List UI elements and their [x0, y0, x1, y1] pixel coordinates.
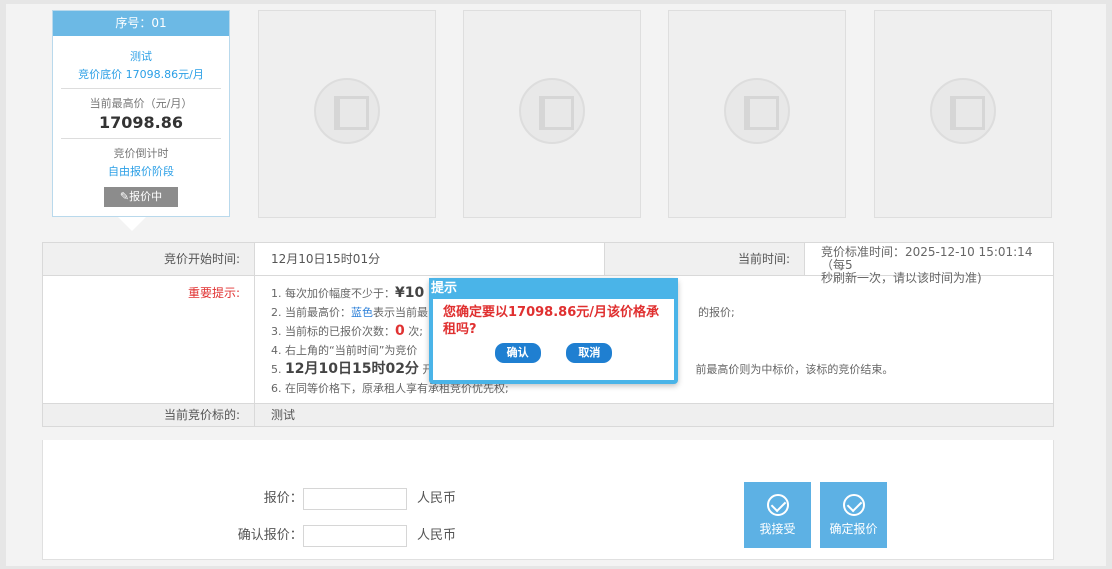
standard-time-line1: 竞价标准时间：2025-12-10 15:01:14（每5: [821, 245, 1033, 272]
dialog-message: 您确定要以17098.86元/月该价格承租吗?: [443, 305, 660, 337]
start-time-label: 竞价开始时间:: [43, 243, 255, 275]
current-high-label: 当前最高价（元/月）: [89, 97, 193, 110]
confirm-dialog: 提示 您确定要以17098.86元/月该价格承租吗? 确认 取消: [429, 278, 678, 384]
current-time-label: 当前时间:: [605, 243, 805, 275]
lot-card-placeholder: [668, 10, 846, 218]
dialog-buttons: 确认 取消: [433, 343, 674, 363]
confirm-price-unit: 人民币: [417, 528, 457, 543]
dialog-cancel-button[interactable]: 取消: [566, 343, 613, 363]
bidding-status-badge: ✎报价中: [104, 187, 178, 207]
current-lot-row: 当前竞价标的: 测试: [43, 404, 1053, 426]
lot-floor-price: 竞价底价 17098.86元/月: [78, 68, 204, 81]
current-lot-value: 测试: [255, 404, 1053, 426]
standard-time: 竞价标准时间：2025-12-10 15:01:14（每5 秒刷新一次，请以该时…: [805, 243, 1053, 285]
accept-button-label: 我接受: [759, 522, 796, 536]
confirm-price-row: 确认报价：¥ 人民币: [43, 524, 563, 548]
lot-card-active[interactable]: 序号：01 测试 竞价底价 17098.86元/月 当前最高价（元/月） 170…: [52, 10, 230, 217]
price-row: 报价：¥ 人民币: [43, 487, 563, 511]
check-icon: [766, 494, 789, 516]
dialog-ok-button[interactable]: 确认: [494, 343, 541, 363]
placeholder-gavel-icon: [519, 78, 585, 144]
placeholder-gavel-icon: [930, 78, 996, 144]
current-high-price: 17098.86: [98, 113, 183, 132]
current-lot-label: 当前竞价标的:: [43, 404, 255, 426]
pencil-icon: ✎: [119, 190, 130, 203]
placeholder-gavel-icon: [314, 78, 380, 144]
status-label: 报价中: [129, 190, 163, 203]
time-row: 竞价开始时间: 12月10日15时01分 当前时间: 竞价标准时间：2025-1…: [43, 243, 1053, 285]
confirm-price-label: 确认报价：¥: [237, 528, 311, 543]
price-unit: 人民币: [417, 491, 457, 506]
countdown-label: 竞价倒计时: [113, 147, 169, 160]
tips-label: 重要提示:: [43, 276, 255, 403]
lot-card-placeholder: [874, 10, 1052, 218]
check-icon: [842, 494, 865, 516]
bid-phase: 自由报价阶段: [108, 165, 174, 178]
lot-name: 测试: [130, 50, 152, 63]
price-input[interactable]: [303, 488, 407, 510]
card-pointer: [118, 217, 146, 231]
start-time-value: 12月10日15时01分: [255, 243, 605, 275]
divider: [61, 138, 221, 139]
lot-card-placeholder: [258, 10, 436, 218]
submit-bid-label: 确定报价: [829, 522, 878, 536]
bid-form: 报价：¥ 人民币 确认报价：¥ 人民币 我接受 确定报价: [42, 440, 1054, 560]
accept-button[interactable]: 我接受: [744, 482, 811, 548]
divider: [61, 88, 221, 89]
placeholder-gavel-icon: [724, 78, 790, 144]
dialog-title: 提示: [429, 278, 678, 299]
submit-bid-button[interactable]: 确定报价: [820, 482, 887, 548]
confirm-price-input[interactable]: [303, 525, 407, 547]
lot-seq-label: 序号：01: [53, 11, 229, 36]
lot-card-placeholder: [463, 10, 641, 218]
